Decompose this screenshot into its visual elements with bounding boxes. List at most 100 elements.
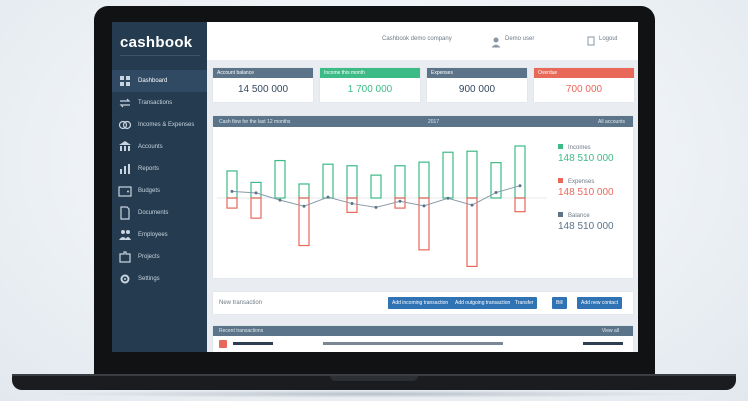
user-icon[interactable] (490, 36, 502, 50)
legend-label: Expenses (568, 179, 595, 185)
logout-link[interactable]: Logout (599, 36, 617, 42)
dashboard-icon (118, 74, 132, 88)
expense-bar (514, 197, 526, 213)
legend-item: Expenses 148 510 000 (558, 178, 614, 198)
gear-icon (118, 272, 132, 286)
sidebar-item-label: Transactions (138, 100, 173, 106)
legend-value: 148 510 000 (558, 153, 614, 164)
sidebar-item-label: Settings (138, 276, 160, 282)
laptop-base-notch (330, 376, 418, 381)
action-button[interactable]: Transfer (511, 297, 538, 309)
exchange-icon (118, 96, 132, 110)
legend-swatch (558, 212, 563, 217)
summary-card-label: Account balance (213, 68, 313, 78)
income-bar (466, 150, 478, 199)
legend-item: Balance 148 510 000 (558, 212, 614, 232)
balance-point (470, 203, 474, 207)
sidebar-item-label: Employees (138, 232, 168, 238)
transaction-status-icon (219, 340, 227, 348)
app-screen: cashbook Dashboard Transactions Incomes & … (112, 22, 638, 352)
view-all-link[interactable]: View all (602, 328, 619, 334)
panel-title: Cash flow for the last 12 months (219, 119, 291, 125)
account-filter[interactable]: All accounts (598, 119, 625, 125)
summary-card-label: Income this month (320, 68, 420, 78)
income-bar (346, 165, 358, 199)
expense-bar (250, 197, 262, 219)
sidebar: cashbook Dashboard Transactions Incomes & … (112, 22, 207, 352)
app-logo[interactable]: cashbook (120, 34, 192, 51)
expense-bar (466, 197, 478, 268)
balance-point (422, 204, 426, 208)
income-bar (274, 159, 286, 199)
sidebar-nav: Dashboard Transactions Incomes & Expenses A… (112, 70, 207, 290)
legend-swatch (558, 178, 563, 183)
sidebar-item-accounts[interactable]: Accounts (112, 136, 207, 158)
balance-point (302, 204, 306, 208)
action-bar-label: New transaction (219, 300, 263, 306)
income-bar (394, 165, 406, 199)
summary-card[interactable]: Overdue 700 000 (534, 68, 634, 102)
action-button[interactable]: Add incoming transaction (388, 297, 453, 309)
sidebar-item-transactions[interactable]: Transactions (112, 92, 207, 114)
income-bar (418, 161, 430, 199)
legend-item: Incomes 148 510 000 (558, 144, 614, 164)
panel-header: Cash flow for the last 12 months 2017 Al… (213, 116, 633, 127)
sidebar-item-settings[interactable]: Settings (112, 268, 207, 290)
company-selector[interactable]: Cashbook demo company (382, 36, 452, 42)
summary-card[interactable]: Expenses 900 000 (427, 68, 527, 102)
sidebar-item-label: Accounts (138, 144, 163, 150)
balance-point (254, 191, 258, 195)
sidebar-item-reports[interactable]: Reports (112, 158, 207, 180)
transaction-name-placeholder (233, 342, 273, 345)
users-icon (118, 228, 132, 242)
summary-card-value: 700 000 (565, 84, 603, 95)
balance-point (278, 198, 282, 202)
summary-card-value: 900 000 (458, 84, 496, 95)
sidebar-item-label: Reports (138, 166, 160, 172)
sidebar-item-budgets[interactable]: Budgets (112, 180, 207, 202)
summary-card-label: Overdue (534, 68, 634, 78)
summary-card-value: 14 500 000 (237, 84, 289, 95)
expense-bar (226, 197, 238, 209)
expense-bar (394, 197, 406, 209)
topbar: Cashbook demo company Demo user Logout (207, 22, 638, 60)
divider (120, 55, 200, 56)
sidebar-item-employees[interactable]: Employees (112, 224, 207, 246)
action-button[interactable]: Add new contact (577, 297, 622, 309)
action-button[interactable]: Add outgoing transaction (451, 297, 515, 309)
sidebar-item-incomes-expenses[interactable]: Incomes & Expenses (112, 114, 207, 136)
legend-swatch (558, 144, 563, 149)
sidebar-item-label: Budgets (138, 188, 161, 194)
balance-point (398, 199, 402, 203)
summary-card-label: Expenses (427, 68, 527, 78)
sidebar-item-documents[interactable]: Documents (112, 202, 207, 224)
transaction-amount-placeholder (583, 342, 623, 345)
balance-point (518, 184, 522, 188)
summary-card[interactable]: Account balance 14 500 000 (213, 68, 313, 102)
period-selector[interactable]: 2017 (428, 119, 439, 125)
cash-flow-panel: Cash flow for the last 12 months 2017 Al… (213, 116, 633, 278)
summary-card-value: 1 700 000 (347, 84, 393, 95)
legend-label: Balance (568, 213, 590, 219)
action-button[interactable]: Bill (552, 297, 567, 309)
laptop-shadow (40, 390, 708, 398)
legend-value: 148 510 000 (558, 187, 614, 198)
user-menu[interactable]: Demo user (505, 36, 534, 42)
expense-bar (346, 197, 358, 213)
legend-label: Incomes (568, 145, 591, 151)
sidebar-item-projects[interactable]: Projects (112, 246, 207, 268)
income-bar (250, 181, 262, 199)
recent-transactions-header: Recent transactions View all (213, 326, 633, 336)
income-bar (370, 174, 382, 199)
income-bar (514, 145, 526, 199)
logout-icon[interactable] (587, 36, 595, 48)
summary-card[interactable]: Income this month 1 700 000 (320, 68, 420, 102)
recent-transactions-title: Recent transactions (219, 328, 264, 334)
sidebar-item-label: Projects (138, 254, 160, 260)
sidebar-item-label: Incomes & Expenses (138, 122, 195, 128)
sidebar-item-dashboard[interactable]: Dashboard (112, 70, 207, 92)
balance-point (494, 191, 498, 195)
income-bar (322, 163, 334, 199)
balance-point (350, 202, 354, 206)
recent-transactions-panel: Recent transactions View all (213, 326, 633, 352)
